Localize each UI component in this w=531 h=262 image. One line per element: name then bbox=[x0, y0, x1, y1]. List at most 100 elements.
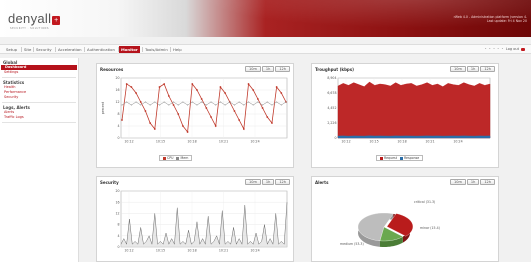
range-1h-button[interactable]: 1h bbox=[261, 66, 275, 72]
data-point-cpu bbox=[238, 119, 241, 121]
series-area-request bbox=[337, 81, 491, 139]
resources-panel: Resources 10m 1h 12h 0 4 8 12 16 20 10:12 10:15… bbox=[96, 63, 294, 168]
x-tick-label: 10:15 bbox=[369, 140, 378, 144]
security-panel: Security 10m 1h 12h 0 4 8 12 16 20 10:12 10:15 1… bbox=[96, 176, 294, 262]
range-1h-button[interactable]: 1h bbox=[466, 179, 480, 185]
menu-help[interactable]: Help bbox=[171, 46, 184, 53]
logo-plus-icon: + bbox=[52, 16, 61, 25]
menu-site[interactable]: Site bbox=[22, 46, 33, 53]
data-point-mem bbox=[135, 101, 137, 103]
alerts-pie-chart: medium (53.3) critical (31.3) minor (15.4) bbox=[340, 200, 440, 247]
security-range-buttons: 10m 1h 12h bbox=[245, 179, 290, 185]
data-point-cpu bbox=[191, 83, 194, 85]
sidebar-divider bbox=[2, 122, 76, 123]
data-point-cpu bbox=[139, 101, 142, 103]
data-point-mem bbox=[168, 104, 170, 106]
throughput-panel: Troughput (kbps) 10m 1h 12h 0 2,226 4,452 6… bbox=[311, 63, 499, 168]
data-point-cpu bbox=[125, 83, 128, 85]
x-tick-label: 10:18 bbox=[397, 140, 406, 144]
x-tick-label: 10:12 bbox=[341, 140, 350, 144]
menu-acceleration[interactable]: Acceleration bbox=[56, 46, 84, 53]
alerts-range-buttons: 10m 1h 12h bbox=[450, 179, 495, 185]
data-point-cpu bbox=[280, 92, 283, 94]
range-10m-button[interactable]: 10m bbox=[450, 179, 466, 185]
data-point-mem bbox=[238, 101, 240, 103]
y-tick-label: 16 bbox=[115, 88, 119, 92]
sidebar-item-traffic-logs[interactable]: Traffic Logs bbox=[0, 115, 78, 120]
throughput-legend: Request Response bbox=[376, 155, 424, 161]
data-point-mem bbox=[201, 101, 203, 103]
range-10m-button[interactable]: 10m bbox=[245, 66, 261, 72]
data-point-mem bbox=[144, 101, 146, 103]
range-12h-button[interactable]: 12h bbox=[480, 66, 495, 72]
y-tick-label: 4,452 bbox=[327, 106, 336, 110]
x-tick-label: 10:24 bbox=[453, 140, 462, 144]
data-point-mem bbox=[177, 104, 179, 106]
data-point-mem bbox=[163, 101, 165, 103]
data-point-mem bbox=[243, 104, 245, 106]
data-point-cpu bbox=[275, 86, 278, 88]
logout-link[interactable]: • • • • • Log out bbox=[485, 46, 525, 53]
x-tick-label: 10:18 bbox=[187, 249, 196, 253]
x-tick-label: 10:21 bbox=[219, 140, 228, 144]
y-tick-label: 12 bbox=[115, 212, 119, 216]
data-point-mem bbox=[158, 104, 160, 106]
data-point-cpu bbox=[167, 95, 170, 97]
data-point-cpu bbox=[261, 107, 264, 109]
pie-label-critical: critical (31.3) bbox=[414, 200, 435, 204]
x-tick-label: 10:12 bbox=[124, 140, 133, 144]
data-point-cpu bbox=[182, 125, 184, 127]
range-12h-button[interactable]: 12h bbox=[275, 66, 290, 72]
legend-request: Request bbox=[380, 156, 397, 160]
legend-cpu: CPU bbox=[163, 156, 173, 160]
data-point-mem bbox=[262, 104, 264, 106]
data-point-mem bbox=[266, 101, 268, 103]
sidebar-item-security[interactable]: Security bbox=[0, 95, 78, 100]
data-point-cpu bbox=[224, 92, 226, 94]
y-tick-label: 0 bbox=[117, 136, 119, 140]
throughput-title: Troughput (kbps) bbox=[315, 67, 355, 72]
range-10m-button[interactable]: 10m bbox=[450, 66, 466, 72]
throughput-range-buttons: 10m 1h 12h bbox=[450, 66, 495, 72]
x-tick-label: 10:24 bbox=[250, 249, 259, 253]
sidebar-item-settings[interactable]: Settings bbox=[0, 70, 78, 75]
data-point-mem bbox=[276, 101, 278, 103]
range-12h-button[interactable]: 12h bbox=[275, 179, 290, 185]
y-tick-label: 4 bbox=[117, 234, 119, 238]
resources-title: Resources bbox=[100, 67, 124, 72]
menu-authentication[interactable]: Authentication bbox=[85, 46, 117, 53]
x-tick-label: 10:15 bbox=[156, 249, 165, 253]
x-tick-label: 10:24 bbox=[250, 140, 259, 144]
data-point-cpu bbox=[252, 89, 255, 91]
data-point-mem bbox=[210, 101, 212, 103]
range-12h-button[interactable]: 12h bbox=[480, 179, 495, 185]
data-point-mem bbox=[191, 101, 193, 103]
y-tick-label: 2,226 bbox=[327, 121, 336, 125]
range-1h-button[interactable]: 1h bbox=[466, 66, 480, 72]
data-point-cpu bbox=[177, 113, 180, 115]
x-tick-label: 10:21 bbox=[425, 140, 434, 144]
menu-security[interactable]: Security bbox=[34, 46, 54, 53]
data-point-mem bbox=[285, 101, 287, 103]
menu-tools-admin[interactable]: Tools/Admin bbox=[143, 46, 170, 53]
data-point-cpu bbox=[172, 104, 175, 106]
lock-icon bbox=[521, 47, 525, 51]
menu-setup[interactable]: Setup bbox=[4, 46, 19, 53]
pie-label-minor: minor (15.4) bbox=[420, 226, 440, 230]
menu-monitor[interactable]: Monitor bbox=[119, 46, 140, 53]
range-10m-button[interactable]: 10m bbox=[245, 179, 261, 185]
data-point-mem bbox=[149, 104, 151, 106]
data-point-cpu bbox=[130, 86, 133, 88]
throughput-chart: 0 2,226 4,452 6,678 8,904 10:12 10:15 10:18 10:2… bbox=[327, 76, 491, 144]
data-point-cpu bbox=[200, 98, 203, 100]
data-point-mem bbox=[154, 101, 156, 103]
data-point-mem bbox=[229, 101, 231, 103]
y-tick-label: 20 bbox=[115, 189, 119, 193]
data-point-mem bbox=[196, 104, 198, 106]
data-point-cpu bbox=[121, 119, 123, 121]
range-1h-button[interactable]: 1h bbox=[261, 179, 275, 185]
alerts-panel: Alerts 10m 1h 12h medium (53.3) critical … bbox=[311, 176, 499, 262]
data-point-mem bbox=[248, 101, 250, 103]
version-info: rWeb 4.0 - Administration platform (vers… bbox=[453, 15, 527, 23]
data-point-cpu bbox=[210, 116, 212, 118]
